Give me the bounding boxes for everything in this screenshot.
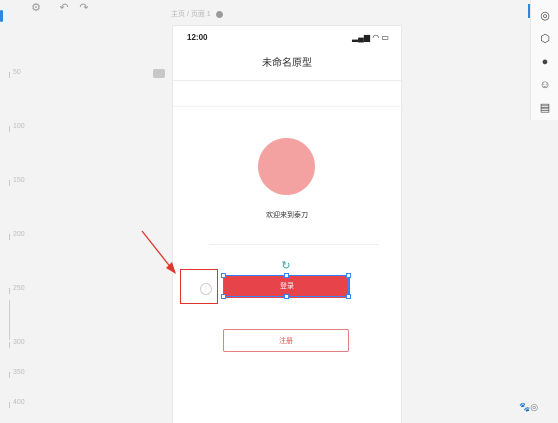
undo-icon[interactable]: ↶ bbox=[58, 2, 70, 14]
resize-handle[interactable] bbox=[221, 273, 226, 278]
ruler-mark: 300 bbox=[9, 339, 25, 348]
register-button[interactable]: 注册 bbox=[223, 329, 349, 352]
resize-handle[interactable] bbox=[221, 294, 226, 299]
resize-handle[interactable] bbox=[346, 294, 351, 299]
ruler-label: 300 bbox=[13, 339, 25, 346]
ruler-label: 200 bbox=[13, 231, 25, 238]
ruler-mark: 400 bbox=[9, 399, 25, 408]
breadcrumb-text: 主页 / 页面 1 bbox=[171, 11, 211, 18]
gear-icon[interactable]: ⚙ bbox=[30, 2, 42, 14]
avatar[interactable] bbox=[258, 138, 315, 195]
divider bbox=[209, 244, 379, 245]
ruler-label: 400 bbox=[13, 399, 25, 406]
ruler-label: 50 bbox=[13, 69, 21, 76]
panel-toggle-button[interactable] bbox=[153, 69, 165, 78]
resize-handle[interactable] bbox=[284, 294, 289, 299]
welcome-text: 欢迎来到泰刀 bbox=[266, 212, 308, 219]
ruler-label: 100 bbox=[13, 123, 25, 130]
divider bbox=[173, 80, 401, 81]
ruler-mark: 150 bbox=[9, 177, 25, 186]
ruler-label: 150 bbox=[13, 177, 25, 184]
ruler-mark: 100 bbox=[9, 123, 25, 132]
status-icons: ▂▄▆ ◠ ▭ bbox=[352, 33, 389, 42]
user-icon[interactable]: ● bbox=[539, 56, 551, 68]
divider bbox=[173, 106, 401, 107]
status-time: 12:00 bbox=[187, 33, 208, 42]
top-toolbar: ⚙ ↶ ↷ 主页 / 页面 1 bbox=[0, 0, 558, 18]
ruler-label: 350 bbox=[13, 369, 25, 376]
vertical-ruler: 50 100 150 200 250 300 350 400 bbox=[9, 36, 25, 423]
ruler-mark: 350 bbox=[9, 369, 25, 378]
refresh-icon[interactable]: ↻ bbox=[280, 260, 292, 272]
emoji-icon[interactable]: ☺ bbox=[539, 79, 551, 91]
target-icon[interactable]: ◎ bbox=[539, 10, 551, 22]
table-icon[interactable]: ▤ bbox=[539, 102, 551, 114]
resize-handle[interactable] bbox=[284, 273, 289, 278]
resize-handle[interactable] bbox=[346, 273, 351, 278]
watermark-icon: 🐾◎ bbox=[519, 402, 539, 412]
annotation-highlight-box bbox=[180, 269, 218, 304]
phone-frame: 12:00 ▂▄▆ ◠ ▭ 未命名原型 欢迎来到泰刀 ↻ ! 登录 注册 bbox=[173, 26, 401, 423]
ruler-mark: 200 bbox=[9, 231, 25, 240]
page-title: 未命名原型 bbox=[262, 58, 312, 69]
settings-icon[interactable] bbox=[215, 10, 223, 18]
redo-icon[interactable]: ↷ bbox=[78, 2, 90, 14]
ruler-mark: 250 bbox=[9, 285, 25, 294]
ruler-label: 250 bbox=[13, 285, 25, 292]
cube-icon[interactable]: ⬡ bbox=[539, 33, 551, 45]
breadcrumb[interactable]: 主页 / 页面 1 bbox=[171, 9, 223, 19]
selection-guide bbox=[9, 300, 10, 340]
right-tool-panel: ◎ ⬡ ● ☺ ▤ bbox=[530, 0, 558, 120]
ruler-mark: 50 bbox=[9, 69, 24, 78]
